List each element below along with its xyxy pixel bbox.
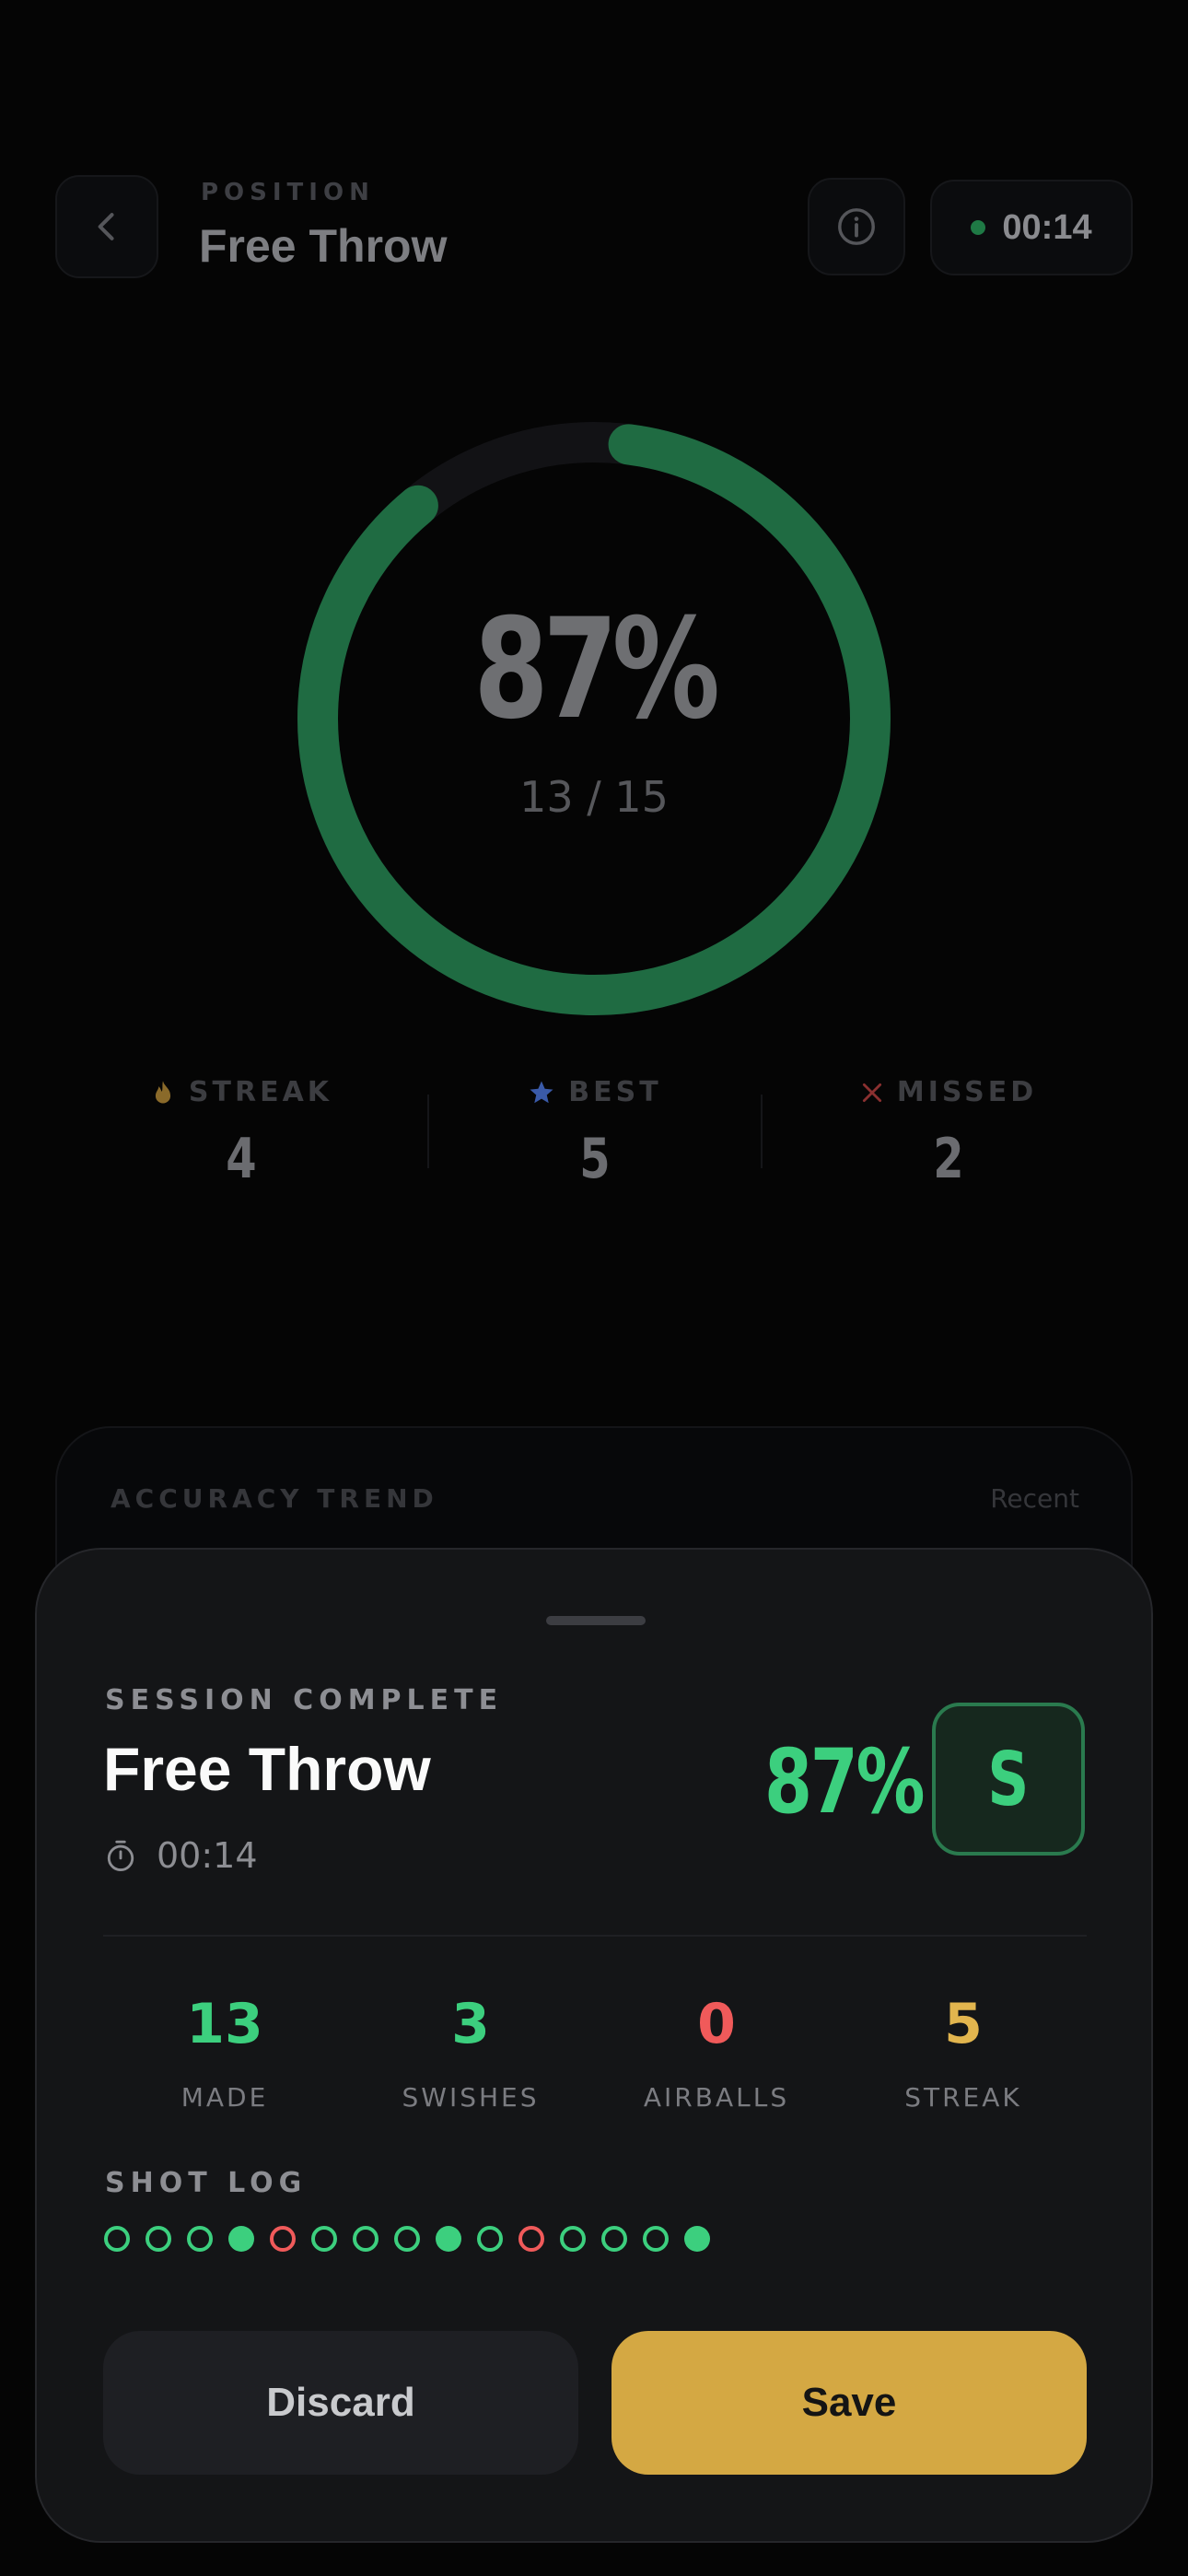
metric-swishes-label: SWISHES [402,2082,540,2113]
stat-best-value: 5 [579,1127,611,1191]
metric-streak: 5 STREAK [844,1992,1083,2113]
shot-dot-made [104,2226,130,2252]
metric-airballs: 0 AIRBALLS [597,1992,836,2113]
metric-streak-label: STREAK [904,2082,1022,2113]
shot-dot-swish [228,2226,254,2252]
session-duration-text: 00:14 [157,1835,258,1876]
session-percent: 87% [764,1730,926,1833]
stat-missed-value: 2 [933,1127,964,1191]
shot-dot-swish [684,2226,710,2252]
shot-dot-made [311,2226,337,2252]
stat-missed-label: MISSED [896,1076,1038,1108]
metric-made-label: MADE [181,2082,269,2113]
stat-missed: MISSED 2 [783,1076,1114,1191]
stat-streak-label: STREAK [188,1076,333,1108]
accuracy-ring [297,422,891,1015]
made-attempted: 13 / 15 [519,772,669,822]
session-complete-label: SESSION COMPLETE [105,1684,504,1716]
shot-dot-made [394,2226,420,2252]
accuracy-trend-label: ACCURACY TREND [111,1483,438,1514]
metric-streak-value: 5 [944,1992,983,2056]
session-duration: 00:14 [105,1835,258,1876]
stat-best: BEST 5 [429,1076,761,1191]
flame-icon [155,1080,170,1104]
shot-log-label: SHOT LOG [105,2167,308,2199]
session-title: Free Throw [103,1735,431,1803]
stat-streak: STREAK 4 [76,1076,407,1191]
accuracy-percent: 87% [473,590,720,750]
metric-swishes: 3 SWISHES [351,1992,590,2113]
stat-streak-value: 4 [226,1127,257,1191]
metric-swishes-value: 3 [451,1992,490,2056]
shot-dot-made [146,2226,171,2252]
trend-range-label: Recent [990,1483,1079,1514]
shot-dot-made [353,2226,379,2252]
session-complete-sheet: SESSION COMPLETE Free Throw 00:14 87% S … [35,1548,1153,2543]
shot-dot-miss [518,2226,544,2252]
discard-button[interactable]: Discard [103,2331,578,2475]
metric-made-value: 13 [186,1992,263,2056]
save-button[interactable]: Save [611,2331,1087,2475]
shot-dot-made [560,2226,586,2252]
shot-log [104,2226,710,2252]
sheet-divider [103,1935,1087,1937]
grade-letter: S [987,1736,1030,1822]
shot-dot-swish [436,2226,461,2252]
stat-divider [761,1095,763,1168]
shot-dot-miss [270,2226,296,2252]
metric-airballs-value: 0 [697,1992,736,2056]
stat-best-label: BEST [568,1076,662,1108]
shot-dot-made [643,2226,669,2252]
star-icon [530,1081,553,1103]
metric-made: 13 MADE [105,1992,344,2113]
metric-airballs-label: AIRBALLS [643,2082,790,2113]
stopwatch-icon [107,1840,134,1871]
sheet-grabber[interactable] [546,1616,646,1625]
x-icon [862,1083,881,1102]
shot-dot-made [187,2226,213,2252]
shot-dot-made [477,2226,503,2252]
grade-badge: S [932,1703,1085,1856]
shot-dot-made [601,2226,627,2252]
